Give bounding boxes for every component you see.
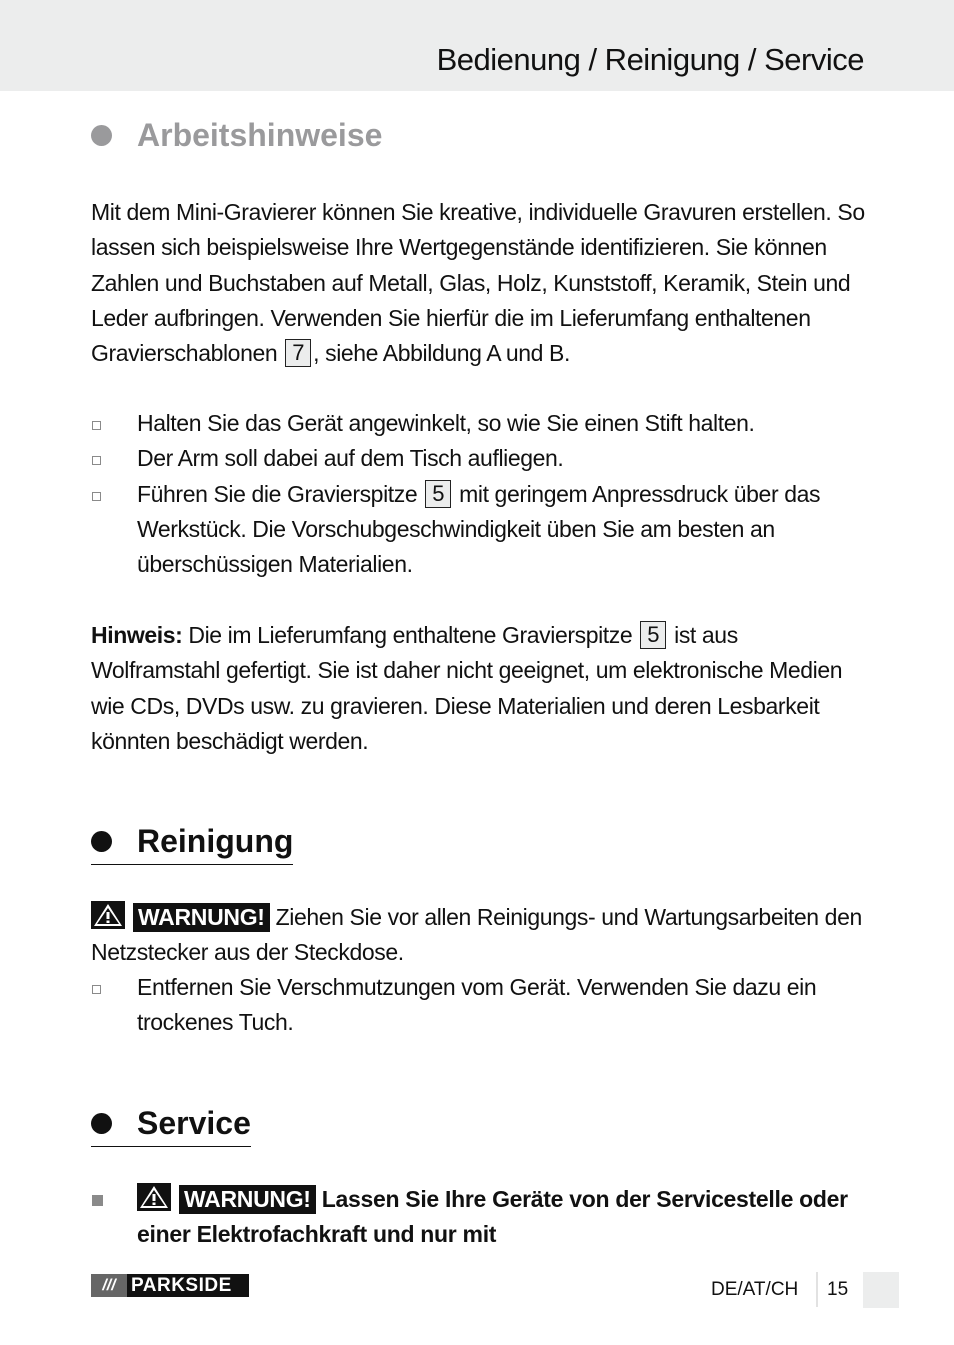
warning-badge: WARNUNG! bbox=[133, 903, 270, 932]
list-item-text: Der Arm soll dabei auf dem Tisch auflieg… bbox=[137, 445, 564, 472]
logo-brand-text: PARKSIDE bbox=[127, 1274, 249, 1297]
list-item: Führen Sie die Gravierspitze 5 mit gerin… bbox=[91, 477, 866, 583]
note-label: Hinweis: bbox=[91, 622, 183, 648]
reinigung-warning: WARNUNG! Ziehen Sie vor allen Reinigungs… bbox=[91, 900, 866, 971]
footer-divider bbox=[816, 1272, 818, 1307]
section-heading-reinigung: Reinigung bbox=[91, 823, 294, 865]
list-item: Der Arm soll dabei auf dem Tisch auflieg… bbox=[91, 441, 866, 476]
warning-triangle-icon bbox=[137, 1183, 171, 1211]
checkbox-bullet-icon bbox=[92, 456, 101, 466]
list-item-text: Führen Sie die Gravierspitze bbox=[137, 480, 418, 507]
checkbox-bullet-icon bbox=[92, 421, 101, 430]
footer-grey-box bbox=[863, 1272, 899, 1308]
work-instructions-list: Halten Sie das Gerät angewinkelt, so wie… bbox=[91, 406, 866, 582]
checkbox-bullet-icon bbox=[92, 985, 101, 994]
list-item-text: Entfernen Sie Verschmutzungen vom Gerät.… bbox=[137, 974, 817, 1036]
footer-language: DE/AT/CH bbox=[711, 1279, 799, 1300]
warning-triangle-icon bbox=[91, 901, 125, 929]
bullet-dot-icon bbox=[91, 1113, 112, 1134]
parkside-logo: /// PARKSIDE bbox=[91, 1274, 249, 1297]
intro-paragraph: Mit dem Mini-Gravierer können Sie kreati… bbox=[91, 195, 866, 371]
list-item-text: Halten Sie das Gerät angewinkelt, so wie… bbox=[137, 410, 755, 436]
bullet-dot-icon bbox=[91, 831, 112, 852]
section-heading-text: Service bbox=[137, 1105, 251, 1141]
service-warning-item: WARNUNG! Lassen Sie Ihre Geräte von der … bbox=[91, 1182, 866, 1253]
section-heading-text: Reinigung bbox=[137, 823, 294, 859]
intro-text-end: , siehe Abbildung A und B. bbox=[313, 340, 570, 367]
bullet-dot-icon bbox=[91, 125, 112, 146]
part-reference-5: 5 bbox=[425, 479, 452, 508]
section-heading-text: Arbeitshinweise bbox=[137, 117, 383, 153]
section-heading-arbeitshinweise: Arbeitshinweise bbox=[91, 117, 382, 158]
note-text: Die im Lieferumfang enthaltene Graviersp… bbox=[188, 622, 633, 648]
page-number: 15 bbox=[827, 1279, 849, 1300]
logo-slashes: /// bbox=[91, 1274, 127, 1297]
part-reference-5: 5 bbox=[640, 621, 667, 649]
square-bullet-icon bbox=[92, 1195, 103, 1206]
list-item: Halten Sie das Gerät angewinkelt, so wie… bbox=[91, 406, 866, 441]
part-reference-7: 7 bbox=[285, 339, 312, 368]
warning-badge: WARNUNG! bbox=[179, 1185, 316, 1214]
note-paragraph: Hinweis: Die im Lieferumfang enthaltene … bbox=[91, 618, 866, 759]
checkbox-bullet-icon bbox=[92, 491, 101, 501]
cleaning-list: Entfernen Sie Verschmutzungen vom Gerät.… bbox=[91, 970, 866, 1041]
section-heading-service: Service bbox=[91, 1105, 251, 1147]
page-header-title: Bedienung / Reinigung / Service bbox=[436, 42, 865, 77]
list-item: Entfernen Sie Verschmutzungen vom Gerät.… bbox=[91, 970, 866, 1041]
header-band: Bedienung / Reinigung / Service bbox=[0, 0, 954, 91]
